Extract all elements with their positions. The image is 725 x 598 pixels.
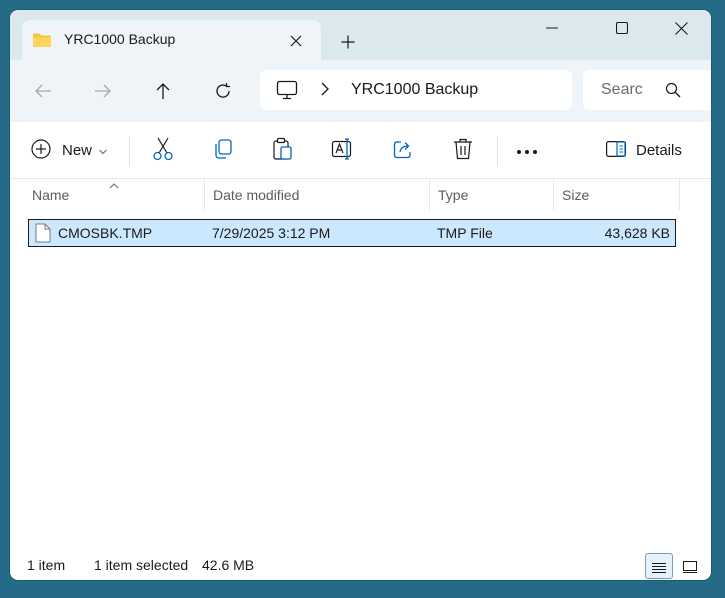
more-dots-icon: [516, 142, 538, 158]
column-header-type[interactable]: Type: [430, 180, 554, 210]
cut-button[interactable]: [146, 134, 180, 166]
add-circle-icon: [30, 138, 52, 163]
search-box[interactable]: Search: [583, 70, 711, 110]
search-icon: [665, 82, 681, 101]
rename-icon: [331, 137, 355, 163]
file-date-modified: 7/29/2025 3:12 PM: [212, 225, 331, 241]
share-icon: [392, 138, 414, 163]
copy-button[interactable]: [206, 134, 240, 166]
status-item-count: 1 item: [27, 557, 66, 573]
file-icon: [35, 223, 51, 246]
status-bar: 1 item 1 item selected 42.6 MB: [10, 550, 711, 580]
close-tab-icon[interactable]: [284, 29, 308, 53]
trash-icon: [453, 138, 473, 163]
navigation-bar: YRC1000 Backup Search: [10, 60, 711, 122]
toolbar-divider: [129, 136, 130, 166]
file-type: TMP File: [437, 225, 493, 241]
minimize-icon[interactable]: [529, 10, 575, 46]
file-size: 43,628 KB: [604, 225, 670, 241]
delete-button[interactable]: [446, 134, 480, 166]
command-bar: New Details: [10, 122, 711, 179]
column-headers: Name Date modified Type Size: [10, 180, 711, 210]
status-selection-size: 42.6 MB: [202, 557, 255, 573]
folder-icon: [32, 32, 52, 51]
file-name: CMOSBK.TMP: [58, 225, 153, 241]
chevron-right-icon[interactable]: [320, 82, 330, 99]
back-arrow-icon[interactable]: [26, 74, 60, 108]
tiles-view-icon: [683, 560, 697, 576]
tab-title: YRC1000 Backup: [64, 31, 176, 47]
file-explorer-window: YRC1000 Backup YRC1000 Backup Searc New …: [10, 10, 711, 580]
clipboard-icon: [272, 137, 294, 164]
status-selection: 1 item selected: [94, 557, 189, 573]
breadcrumb-yrc1000-backup[interactable]: YRC1000 Backup: [351, 81, 478, 99]
column-header-date-modified[interactable]: Date modified: [205, 180, 430, 210]
title-bar: YRC1000 Backup: [10, 10, 711, 60]
more-options-button[interactable]: [510, 134, 544, 166]
toolbar-divider: [497, 136, 498, 166]
share-button[interactable]: [386, 134, 420, 166]
tab-yrc1000-backup[interactable]: YRC1000 Backup: [22, 20, 321, 60]
maximize-icon[interactable]: [599, 10, 645, 46]
file-row[interactable]: CMOSBK.TMP 7/29/2025 3:12 PM TMP File 43…: [28, 219, 676, 247]
search-placeholder: Search: [601, 81, 643, 98]
tiles-view-button[interactable]: [676, 553, 704, 579]
address-bar[interactable]: YRC1000 Backup: [260, 70, 572, 110]
new-button-label: New: [62, 141, 93, 159]
details-view-button[interactable]: [645, 553, 673, 579]
paste-button[interactable]: [266, 134, 300, 166]
forward-arrow-icon[interactable]: [86, 74, 120, 108]
details-button[interactable]: Details: [606, 134, 696, 166]
copy-icon: [212, 138, 234, 163]
details-button-label: Details: [636, 141, 682, 159]
list-view-icon: [652, 561, 666, 577]
scissors-icon: [152, 137, 174, 164]
new-button[interactable]: New: [30, 134, 118, 166]
this-pc-icon: [276, 80, 298, 103]
column-header-name[interactable]: Name: [24, 180, 205, 210]
chevron-down-icon: [99, 142, 107, 158]
up-arrow-icon[interactable]: [146, 74, 180, 108]
new-tab-icon[interactable]: [336, 30, 360, 54]
column-header-size[interactable]: Size: [554, 180, 680, 210]
refresh-icon[interactable]: [206, 74, 240, 108]
close-icon[interactable]: [658, 10, 704, 46]
rename-button[interactable]: [326, 134, 360, 166]
details-pane-icon: [606, 140, 626, 160]
